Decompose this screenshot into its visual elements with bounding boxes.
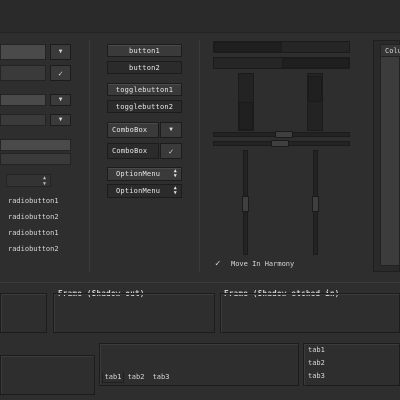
check-icon: ✓ <box>168 146 174 156</box>
combo-entry-1-dropdown[interactable]: ▼ <box>50 44 71 60</box>
move-in-harmony-label: Move In Harmony <box>231 260 295 268</box>
tab-bottom-1[interactable]: tab1 <box>102 372 124 383</box>
vertical-scale-2-handle[interactable] <box>308 76 322 102</box>
tab-bottom-3[interactable]: tab3 <box>150 371 172 383</box>
horizontal-scale-2-fill <box>282 58 349 68</box>
horizontal-slider-2[interactable] <box>213 140 350 147</box>
tab-side-2[interactable]: tab2 <box>305 357 329 369</box>
tree-column-header-label: Colu <box>385 47 400 55</box>
combo-entry-3-dropdown[interactable]: ▼ <box>50 94 71 106</box>
combobox-2[interactable]: ComboBox <box>107 143 159 159</box>
tree-view[interactable]: Colu <box>380 44 400 266</box>
top-toolbar <box>0 0 400 33</box>
radio-1[interactable]: radiobutton1 <box>8 197 59 205</box>
spin-button[interactable]: ▲ ▼ <box>6 174 51 187</box>
vertical-slider-1-handle[interactable] <box>242 196 249 212</box>
vertical-scale-1-handle[interactable] <box>239 102 253 130</box>
column-separator-1 <box>89 40 90 272</box>
frame-left <box>0 293 47 333</box>
horizontal-slider-2-handle[interactable] <box>271 140 289 147</box>
tree-column-header[interactable]: Colu <box>381 45 400 57</box>
combo-entry-2-button[interactable]: ✓ <box>50 65 71 81</box>
spin-arrows-icon: ▲ ▼ <box>173 185 177 196</box>
button2[interactable]: button2 <box>107 61 182 74</box>
bottom-panel-separator <box>0 282 400 283</box>
notebook-left <box>0 355 95 395</box>
combo-entry-4[interactable] <box>0 114 46 126</box>
chevron-down-icon: ▼ <box>169 126 173 133</box>
text-entry-1[interactable] <box>0 139 71 151</box>
check-icon: ✓ <box>215 259 221 269</box>
vertical-slider-2-handle[interactable] <box>312 196 319 212</box>
tab-side-1[interactable]: tab1 <box>305 344 329 356</box>
vertical-slider-1[interactable] <box>242 150 249 255</box>
vertical-scale-2[interactable] <box>307 73 323 131</box>
frame-shadow-out <box>53 293 215 333</box>
combo-entry-4-dropdown[interactable]: ▼ <box>50 114 71 126</box>
button1[interactable]: button1 <box>107 44 182 57</box>
tab-side-3[interactable]: tab3 <box>305 370 329 382</box>
horizontal-slider-1[interactable] <box>213 131 350 138</box>
radio-4[interactable]: radiobutton2 <box>8 245 59 253</box>
combobox-2-button[interactable]: ✓ <box>160 143 182 159</box>
frame-shadow-etched-in <box>220 293 400 333</box>
combobox-1-dropdown[interactable]: ▼ <box>160 122 182 138</box>
togglebutton1[interactable]: togglebutton1 <box>107 83 182 96</box>
vertical-scale-1[interactable] <box>238 73 254 131</box>
chevron-down-icon: ▼ <box>58 48 63 55</box>
horizontal-scale-1-fill <box>214 42 282 52</box>
horizontal-scale-2[interactable] <box>213 57 350 69</box>
check-icon: ✓ <box>58 68 63 78</box>
horizontal-scale-1[interactable] <box>213 41 350 53</box>
option-menu-2[interactable]: OptionMenu ▲ ▼ <box>107 184 182 198</box>
vertical-slider-2[interactable] <box>312 150 319 255</box>
text-entry-2[interactable] <box>0 153 71 165</box>
tab-bottom-2[interactable]: tab2 <box>125 371 147 383</box>
combo-entry-3[interactable] <box>0 94 46 106</box>
radio-2[interactable]: radiobutton2 <box>8 213 59 221</box>
radio-3[interactable]: radiobutton1 <box>8 229 59 237</box>
chevron-down-icon: ▼ <box>58 96 63 103</box>
column-separator-2 <box>199 40 200 272</box>
combobox-1-label: ComboBox <box>112 126 148 134</box>
combobox-2-label: ComboBox <box>112 147 148 155</box>
combo-entry-1[interactable] <box>0 44 46 60</box>
horizontal-slider-1-handle[interactable] <box>275 131 293 138</box>
spin-arrows-icon: ▲ ▼ <box>173 168 177 179</box>
option-menu-1-label: OptionMenu <box>116 170 161 178</box>
option-menu-1[interactable]: OptionMenu ▲ ▼ <box>107 167 182 181</box>
option-menu-2-label: OptionMenu <box>116 187 161 195</box>
togglebutton2[interactable]: togglebutton2 <box>107 100 182 113</box>
combobox-1[interactable]: ComboBox <box>107 122 159 138</box>
move-in-harmony-checkbox[interactable]: ✓ Move In Harmony <box>215 258 315 270</box>
spin-arrows-icon[interactable]: ▲ ▼ <box>43 175 46 187</box>
combo-entry-2[interactable] <box>0 65 46 81</box>
chevron-down-icon: ▼ <box>58 116 63 123</box>
